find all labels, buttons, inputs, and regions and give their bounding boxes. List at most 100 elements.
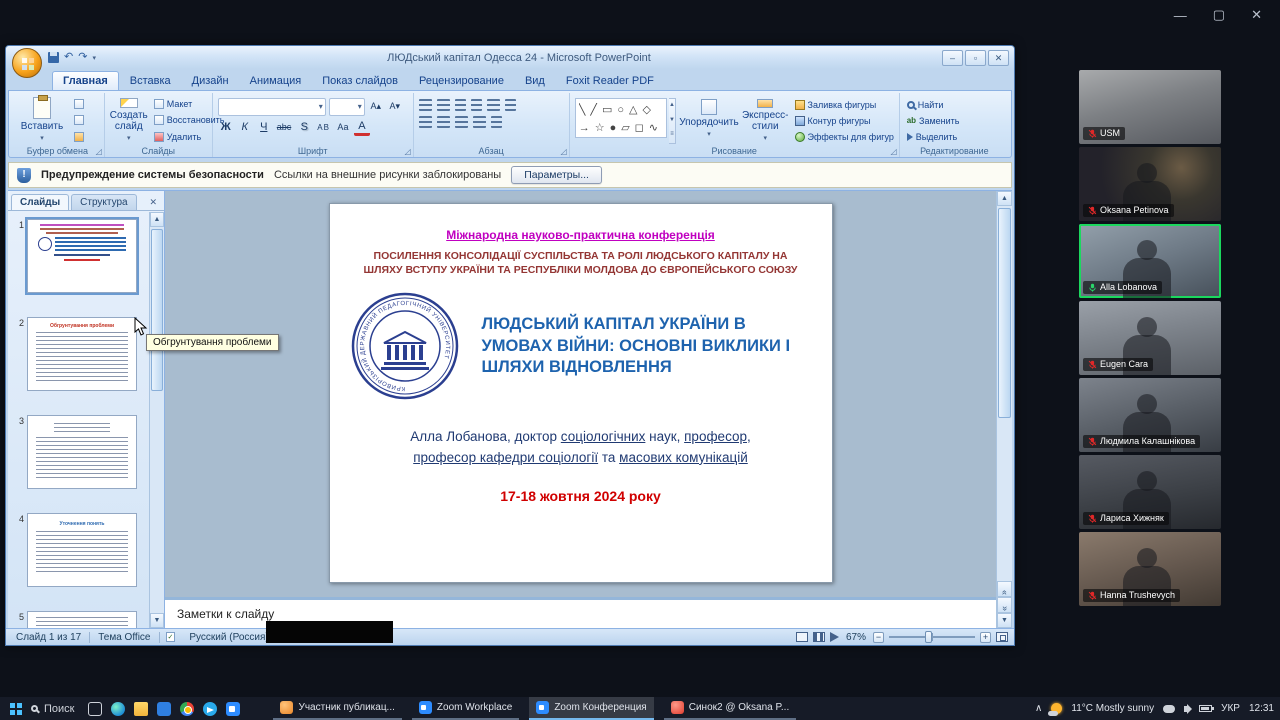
tab-foxit[interactable]: Foxit Reader PDF [556, 72, 664, 90]
copy-button[interactable] [72, 113, 86, 127]
shrink-font-button[interactable]: A▾ [387, 99, 403, 115]
ppt-restore-icon[interactable]: ▫ [965, 50, 986, 66]
redo-icon[interactable]: ↷ [78, 52, 87, 63]
pane-scrollbar[interactable]: ▲ ▼ [149, 212, 164, 628]
scroll-up-icon[interactable]: ▲ [997, 191, 1012, 206]
underline-button[interactable]: Ч [256, 120, 272, 136]
pane-tab-outline[interactable]: Структура [71, 194, 136, 210]
next-slide-button[interactable]: « [997, 597, 1012, 613]
vertical-scrollbar[interactable]: ▲ « « ▼ [996, 191, 1012, 628]
slide-thumbnail-1[interactable] [27, 219, 137, 293]
store-icon[interactable] [157, 702, 171, 716]
dialog-launcher-icon[interactable] [561, 147, 567, 156]
find-button[interactable]: Найти [905, 98, 962, 111]
tab-insert[interactable]: Вставка [120, 72, 181, 90]
bullets-icon[interactable] [419, 99, 432, 111]
restore-icon[interactable]: ▢ [1213, 7, 1225, 23]
taskbar-app-3[interactable]: Zoom Конференция [529, 697, 653, 720]
slide-thumbnail-3[interactable] [27, 415, 137, 489]
tab-review[interactable]: Рецензирование [409, 72, 514, 90]
scroll-up-icon[interactable]: ▲ [150, 212, 164, 227]
tab-animation[interactable]: Анимация [240, 72, 312, 90]
font-color-button[interactable]: А [354, 120, 370, 136]
replace-button[interactable]: abЗаменить [905, 114, 962, 127]
start-button-icon[interactable] [10, 703, 15, 708]
shapes-gallery[interactable]: ╲╱▭○△◇ →☆●▱◻∿ [575, 98, 667, 138]
shape-fill-button[interactable]: Заливка фигуры [793, 98, 896, 112]
cloud-icon[interactable] [1163, 705, 1175, 713]
slide-canvas[interactable]: Міжнародна науково-практична конференція… [329, 203, 833, 583]
scroll-down-icon[interactable]: ▼ [150, 613, 164, 628]
scrollbar-thumb[interactable] [998, 208, 1011, 418]
participant-tile[interactable]: Лариса Хижняк [1079, 455, 1221, 529]
indent-decrease-icon[interactable] [455, 99, 466, 111]
slideshow-icon[interactable] [830, 632, 839, 642]
cut-button[interactable] [72, 97, 86, 111]
participant-tile[interactable]: Людмила Калашнікова [1079, 378, 1221, 452]
title-bar[interactable]: ↶ ↷ ▾ ЛЮДський капітал Одесса 24 - Micro… [6, 46, 1014, 69]
task-view-icon[interactable] [88, 702, 102, 716]
align-center-icon[interactable] [437, 116, 450, 128]
character-spacing-button[interactable]: АВ [315, 120, 332, 136]
telegram-icon[interactable] [203, 702, 217, 716]
clock[interactable]: 12:31 [1249, 703, 1274, 714]
shapes-gallery-scroll[interactable]: ▲ ▼ ≡ [669, 98, 676, 144]
slide-thumbnail-5[interactable] [27, 611, 137, 628]
slide-thumbnail-4[interactable]: Уточнення понять [27, 513, 137, 587]
tab-view[interactable]: Вид [515, 72, 555, 90]
columns-icon[interactable] [491, 116, 502, 128]
indent-increase-icon[interactable] [471, 99, 482, 111]
font-family-combo[interactable] [218, 98, 326, 116]
tab-home[interactable]: Главная [52, 71, 119, 90]
spellcheck-icon[interactable]: ✓ [166, 632, 176, 642]
file-explorer-icon[interactable] [134, 702, 148, 716]
scroll-down-icon[interactable]: ▼ [669, 114, 675, 129]
slide-sorter-icon[interactable] [813, 632, 825, 642]
chrome-icon[interactable] [180, 702, 194, 716]
format-painter-button[interactable] [72, 130, 86, 144]
edge-icon[interactable] [111, 702, 125, 716]
align-right-icon[interactable] [455, 116, 468, 128]
save-icon[interactable] [48, 52, 59, 63]
shape-outline-button[interactable]: Контур фигуры [793, 114, 896, 128]
slide-thumbnail-2[interactable]: Обгрунтування проблеми [27, 317, 137, 391]
participant-tile[interactable]: USM [1079, 70, 1221, 144]
minimize-icon[interactable]: — [1174, 8, 1187, 23]
scroll-up-icon[interactable]: ▲ [669, 99, 675, 114]
strikethrough-button[interactable]: abc [275, 120, 294, 136]
italic-button[interactable]: К [237, 120, 253, 136]
zoom-slider-thumb[interactable] [925, 631, 932, 643]
arrange-button[interactable]: Упорядочить [680, 95, 738, 144]
ppt-close-icon[interactable]: ✕ [988, 50, 1009, 66]
scrollbar-thumb[interactable] [151, 229, 163, 391]
taskbar-app-1[interactable]: Участник публикац... [273, 697, 401, 720]
new-slide-button[interactable]: Создать слайд [110, 95, 148, 144]
zoom-app-icon[interactable] [226, 702, 240, 716]
zoom-level[interactable]: 67% [846, 632, 866, 643]
battery-icon[interactable] [1199, 705, 1212, 712]
zoom-in-button[interactable]: + [980, 632, 991, 643]
bold-button[interactable]: Ж [218, 120, 234, 136]
participant-tile-active-speaker[interactable]: Alla Lobanova [1079, 224, 1221, 298]
options-button[interactable]: Параметры... [511, 166, 602, 184]
shape-effects-button[interactable]: Эффекты для фигур [793, 130, 896, 144]
participant-tile[interactable]: Oksana Petinova [1079, 147, 1221, 221]
pane-tab-slides[interactable]: Слайды [11, 194, 69, 210]
hidden-icons-chevron[interactable]: ∧ [1035, 703, 1042, 714]
office-button[interactable] [12, 48, 42, 78]
previous-slide-button[interactable]: « [997, 581, 1012, 597]
zoom-slider[interactable] [889, 636, 975, 638]
weather-text[interactable]: 11°C Mostly sunny [1071, 703, 1154, 714]
ppt-minimize-icon[interactable]: – [942, 50, 963, 66]
justify-icon[interactable] [473, 116, 486, 128]
participant-tile[interactable]: Eugen Cara [1079, 301, 1221, 375]
pane-close-icon[interactable]: ✕ [145, 195, 161, 210]
text-direction-icon[interactable] [505, 99, 516, 111]
language-switcher[interactable]: УКР [1221, 703, 1240, 714]
taskbar-app-2[interactable]: Zoom Workplace [412, 697, 519, 720]
change-case-button[interactable]: Аа [335, 120, 351, 136]
dialog-launcher-icon[interactable] [404, 147, 410, 156]
normal-view-icon[interactable] [796, 632, 808, 642]
select-button[interactable]: Выделить [905, 131, 962, 144]
zoom-out-button[interactable]: − [873, 632, 884, 643]
